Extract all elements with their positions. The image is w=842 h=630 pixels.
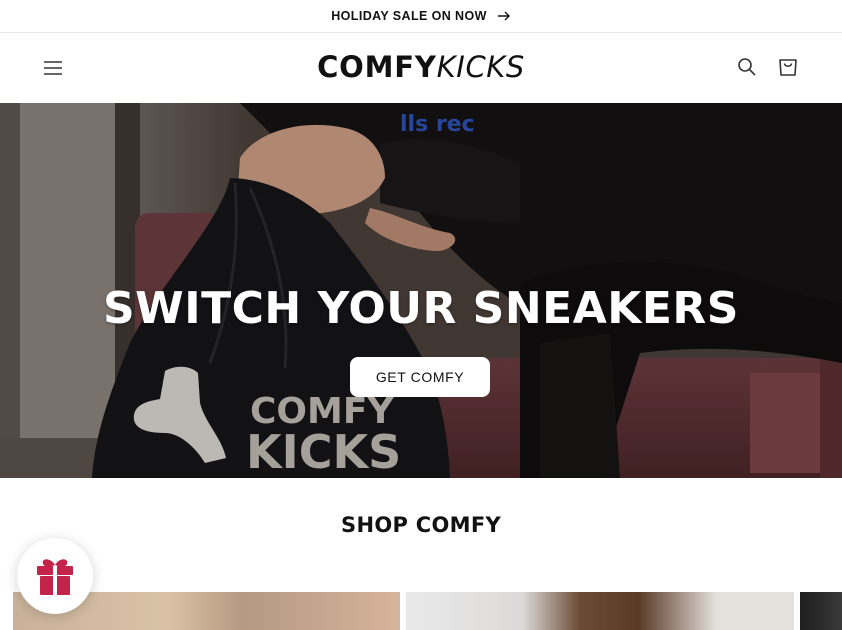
cart-icon[interactable] [776, 55, 800, 79]
site-header: COMFYKICKS [0, 33, 842, 103]
logo-italic-text: KICKS [436, 50, 525, 84]
section-title: SHOP COMFY [341, 513, 501, 537]
gift-button[interactable] [17, 538, 93, 614]
announcement-text: HOLIDAY SALE ON NOW [331, 9, 487, 23]
search-icon[interactable] [736, 56, 758, 78]
gift-icon [37, 559, 73, 595]
logo[interactable]: COMFYKICKS [0, 49, 842, 86]
hero-banner: lls rec COMFY KICKS SWITCH YOUR SNEAKERS… [0, 103, 842, 478]
get-comfy-button[interactable]: GET COMFY [350, 357, 490, 397]
product-card[interactable] [800, 592, 842, 630]
arrow-right-icon [497, 11, 510, 21]
announcement-bar: HOLIDAY SALE ON NOW [0, 0, 842, 33]
announcement-link[interactable]: HOLIDAY SALE ON NOW [331, 9, 511, 23]
product-card[interactable] [406, 592, 794, 630]
logo-bold-text: COMFY [317, 50, 437, 84]
hero-title: SWITCH YOUR SNEAKERS [102, 283, 739, 334]
